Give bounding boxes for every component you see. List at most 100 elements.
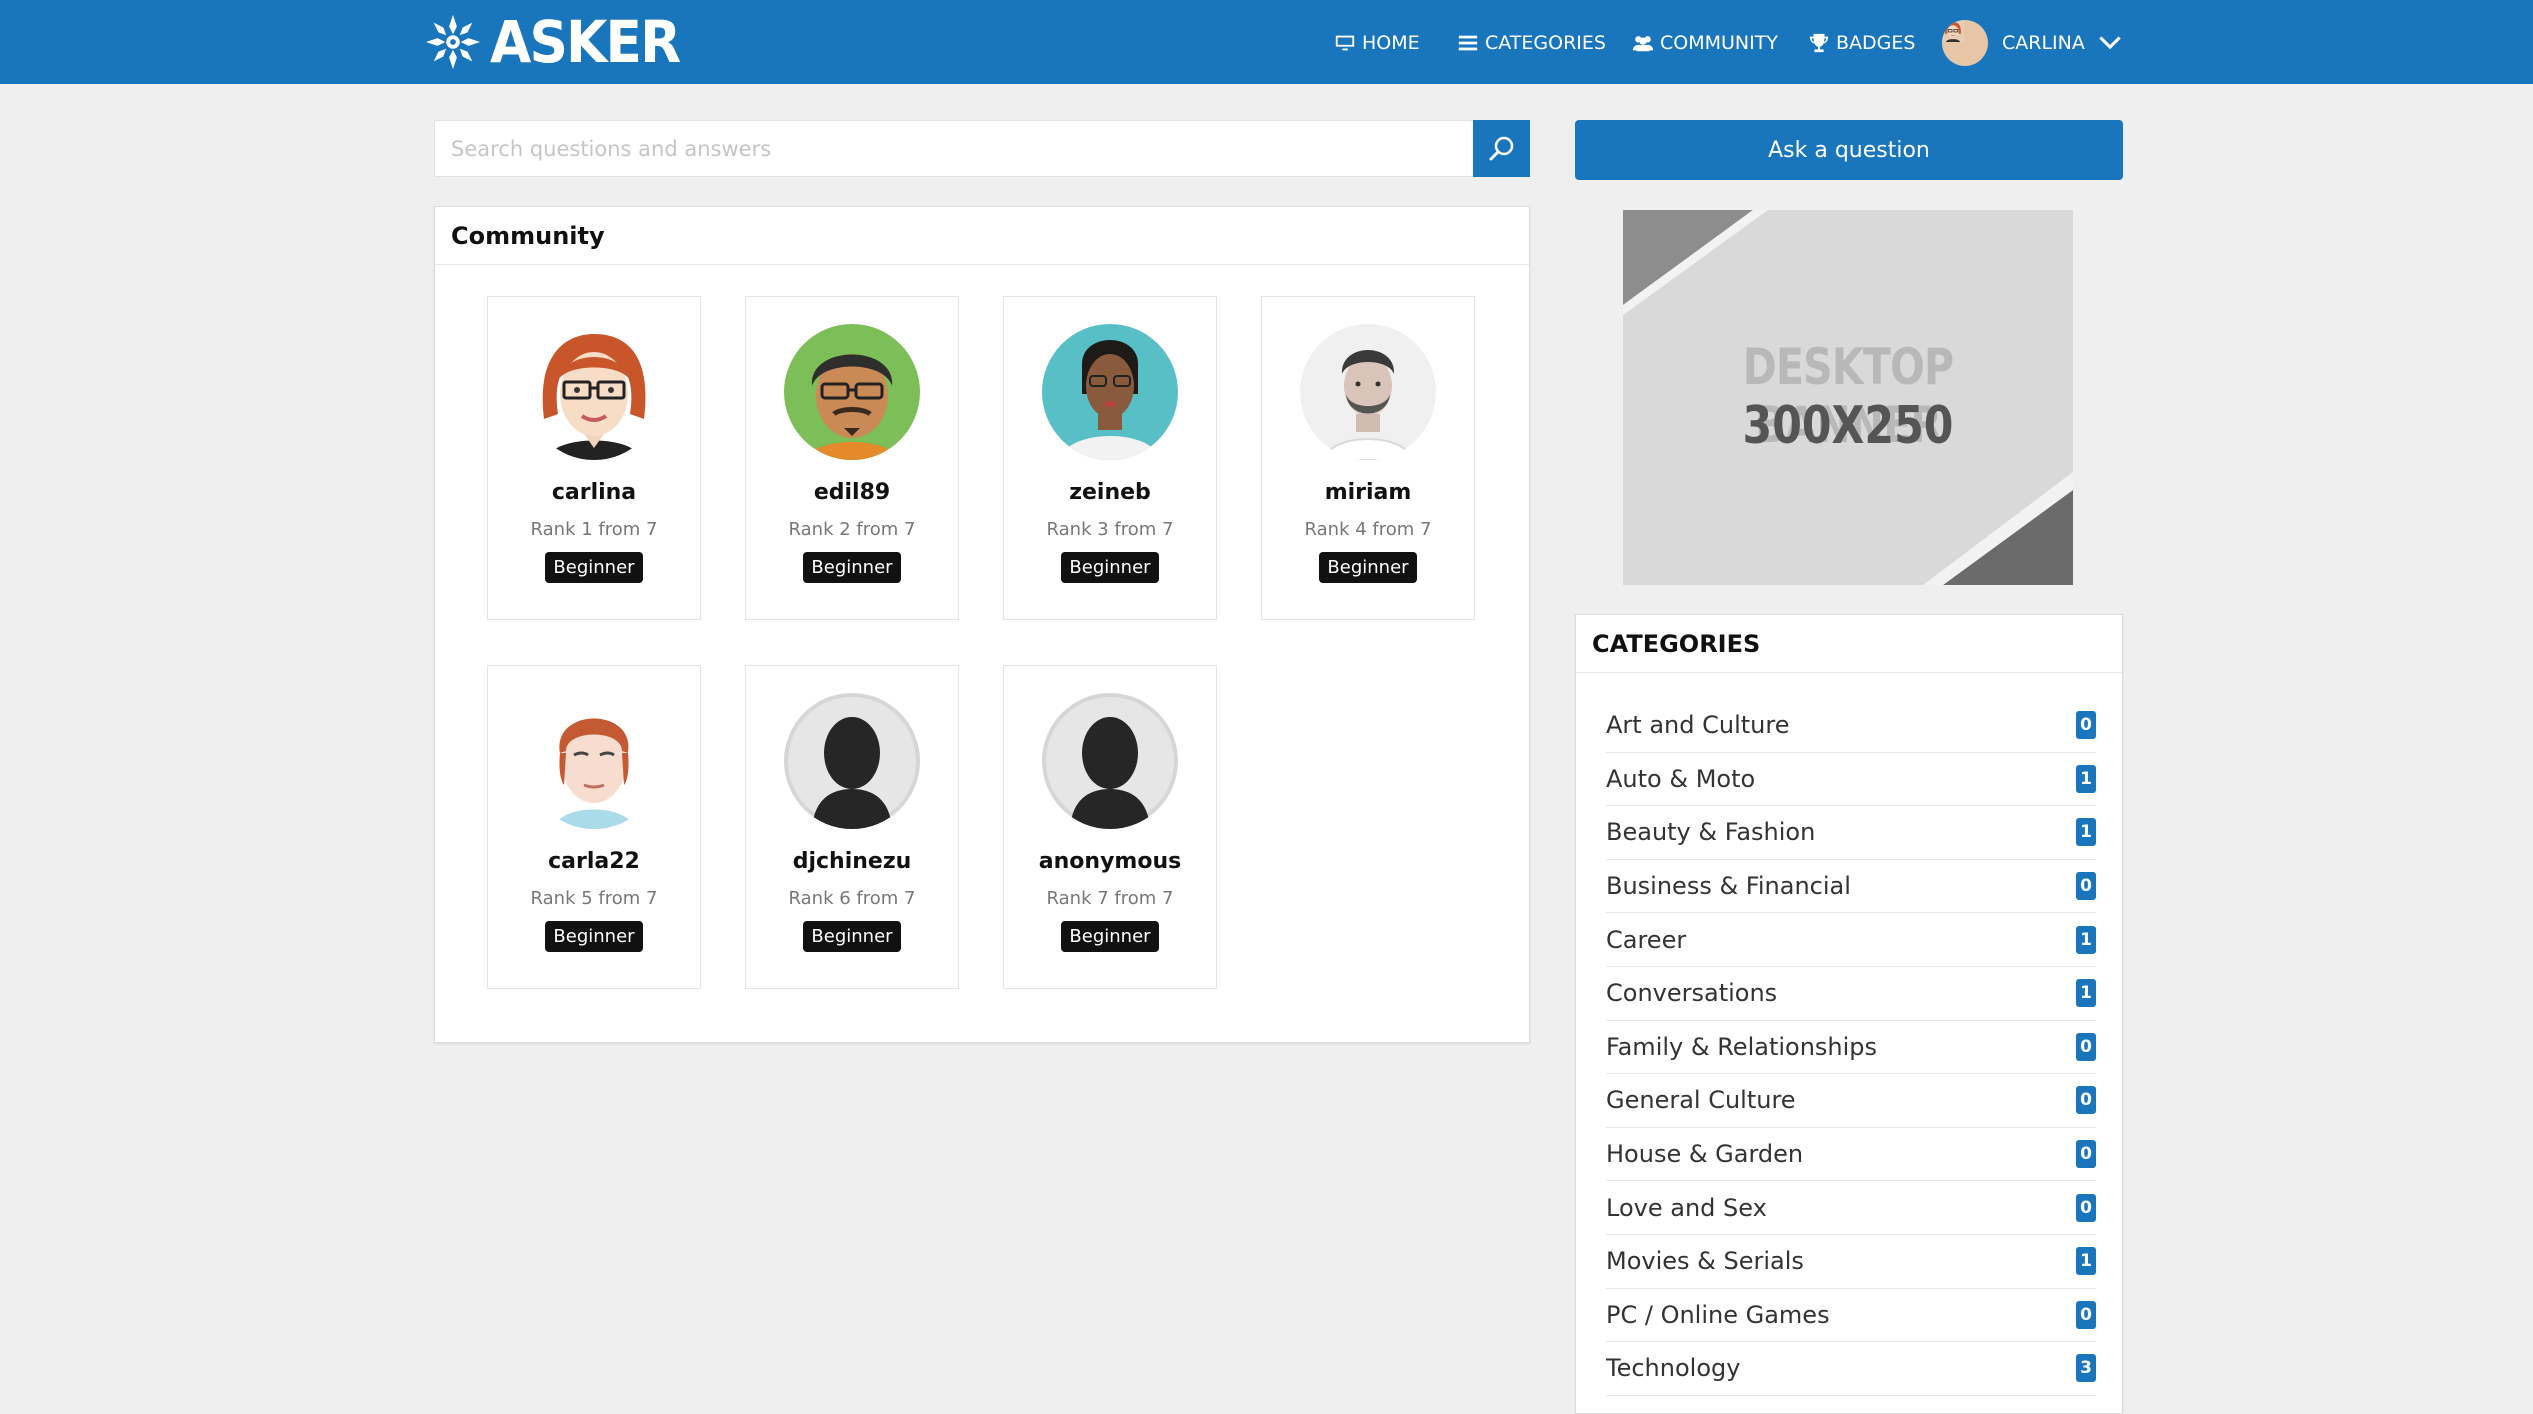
user-name[interactable]: djchinezu bbox=[793, 849, 912, 874]
category-label: Movies & Serials bbox=[1606, 1247, 1804, 1276]
category-item[interactable]: Art and Culture 0 bbox=[1606, 699, 2096, 753]
user-rank: Rank 2 from 7 bbox=[788, 519, 916, 540]
nav-community-label: COMMUNITY bbox=[1660, 32, 1778, 54]
category-item[interactable]: Career 1 bbox=[1606, 913, 2096, 967]
brand-name: ASKER bbox=[490, 8, 681, 76]
default-avatar-icon bbox=[1042, 693, 1178, 829]
user-name[interactable]: anonymous bbox=[1039, 849, 1181, 874]
brand-logo[interactable]: ASKER bbox=[424, 8, 696, 76]
category-count-badge: 0 bbox=[2076, 1086, 2096, 1115]
category-item[interactable]: Conversations 1 bbox=[1606, 967, 2096, 1021]
chevron-down-icon bbox=[2099, 36, 2121, 50]
user-card: miriam Rank 4 from 7 Beginner bbox=[1261, 296, 1475, 620]
status-badge[interactable]: Beginner bbox=[545, 921, 643, 952]
search-icon bbox=[1489, 136, 1513, 160]
user-card: carlina Rank 1 from 7 Beginner bbox=[487, 296, 701, 620]
user-name[interactable]: miriam bbox=[1325, 480, 1412, 505]
user-rank: Rank 1 from 7 bbox=[530, 519, 658, 540]
user-card: carla22 Rank 5 from 7 Beginner bbox=[487, 665, 701, 989]
nav-home[interactable]: HOME bbox=[1334, 28, 1420, 58]
search-button[interactable] bbox=[1473, 120, 1530, 177]
status-badge[interactable]: Beginner bbox=[803, 921, 901, 952]
user-card: edil89 Rank 2 from 7 Beginner bbox=[745, 296, 959, 620]
top-navbar: ASKER HOME CATEGORIES COMMUNITY BADGES C… bbox=[0, 0, 2533, 84]
category-item[interactable]: Auto & Moto 1 bbox=[1606, 753, 2096, 807]
category-count-badge: 1 bbox=[2076, 818, 2096, 847]
avatar bbox=[1942, 20, 1988, 66]
avatar[interactable] bbox=[1300, 324, 1436, 460]
category-count-badge: 0 bbox=[2076, 711, 2096, 740]
category-item[interactable]: House & Garden 0 bbox=[1606, 1128, 2096, 1182]
categories-list: Art and Culture 0 Auto & Moto 1 Beauty & F… bbox=[1606, 699, 2096, 1396]
category-label: Beauty & Fashion bbox=[1606, 818, 1816, 847]
nav-community[interactable]: COMMUNITY bbox=[1632, 28, 1778, 58]
category-label: General Culture bbox=[1606, 1086, 1796, 1115]
user-rank: Rank 4 from 7 bbox=[1304, 519, 1432, 540]
category-label: Career bbox=[1606, 925, 1687, 954]
monitor-icon bbox=[1335, 35, 1355, 51]
ask-question-button[interactable]: Ask a question bbox=[1575, 120, 2123, 180]
category-count-badge: 0 bbox=[2076, 872, 2096, 901]
category-count-badge: 3 bbox=[2076, 1354, 2096, 1383]
users-icon bbox=[1632, 36, 1654, 52]
avatar[interactable] bbox=[1042, 324, 1178, 460]
category-label: Conversations bbox=[1606, 979, 1778, 1008]
category-label: PC / Online Games bbox=[1606, 1300, 1830, 1329]
category-item[interactable]: General Culture 0 bbox=[1606, 1074, 2096, 1128]
nav-badges-label: BADGES bbox=[1836, 32, 1916, 54]
category-item[interactable]: Beauty & Fashion 1 bbox=[1606, 806, 2096, 860]
avatar[interactable] bbox=[1042, 693, 1178, 829]
user-card: anonymous Rank 7 from 7 Beginner bbox=[1003, 665, 1217, 989]
category-label: Technology bbox=[1606, 1354, 1741, 1383]
user-avatar-icon bbox=[784, 324, 920, 460]
user-rank: Rank 5 from 7 bbox=[530, 888, 658, 909]
category-item[interactable]: Business & Financial 0 bbox=[1606, 860, 2096, 914]
avatar[interactable] bbox=[784, 693, 920, 829]
status-badge[interactable]: Beginner bbox=[803, 552, 901, 583]
user-name[interactable]: edil89 bbox=[814, 480, 890, 505]
user-avatar-icon bbox=[1300, 324, 1436, 460]
user-card: zeineb Rank 3 from 7 Beginner bbox=[1003, 296, 1217, 620]
user-menu-label: CARLINA bbox=[2002, 32, 2085, 54]
category-item[interactable]: Love and Sex 0 bbox=[1606, 1181, 2096, 1235]
user-card: djchinezu Rank 6 from 7 Beginner bbox=[745, 665, 959, 989]
search-box bbox=[434, 120, 1474, 177]
status-badge[interactable]: Beginner bbox=[1319, 552, 1417, 583]
category-count-badge: 0 bbox=[2076, 1193, 2096, 1222]
user-menu[interactable]: CARLINA bbox=[1942, 20, 2121, 66]
nav-categories-label: CATEGORIES bbox=[1485, 32, 1606, 54]
user-name[interactable]: carlina bbox=[552, 480, 636, 505]
user-avatar-icon bbox=[526, 693, 662, 829]
user-rank: Rank 3 from 7 bbox=[1046, 519, 1174, 540]
categories-panel: CATEGORIES Art and Culture 0 Auto & Moto 1… bbox=[1575, 614, 2123, 1414]
status-badge[interactable]: Beginner bbox=[1061, 552, 1159, 583]
nav-categories[interactable]: CATEGORIES bbox=[1457, 28, 1606, 58]
nav-home-label: HOME bbox=[1362, 32, 1420, 54]
ad-banner[interactable]: DESKTOP BANNER 300X250 bbox=[1623, 210, 2073, 585]
status-badge[interactable]: Beginner bbox=[1061, 921, 1159, 952]
avatar[interactable] bbox=[784, 324, 920, 460]
category-label: House & Garden bbox=[1606, 1140, 1804, 1169]
category-count-badge: 0 bbox=[2076, 1300, 2096, 1329]
avatar[interactable] bbox=[526, 693, 662, 829]
category-label: Business & Financial bbox=[1606, 872, 1851, 901]
trophy-icon bbox=[1809, 33, 1829, 53]
search-input[interactable] bbox=[435, 121, 1473, 176]
avatar[interactable] bbox=[526, 324, 662, 460]
category-count-badge: 1 bbox=[2076, 925, 2096, 954]
category-count-badge: 1 bbox=[2076, 764, 2096, 793]
nav-badges[interactable]: BADGES bbox=[1808, 28, 1915, 58]
categories-title: CATEGORIES bbox=[1576, 615, 2122, 673]
category-item[interactable]: PC / Online Games 0 bbox=[1606, 1289, 2096, 1343]
status-badge[interactable]: Beginner bbox=[545, 552, 643, 583]
category-item[interactable]: Technology 3 bbox=[1606, 1342, 2096, 1396]
category-label: Art and Culture bbox=[1606, 711, 1790, 740]
category-item[interactable]: Movies & Serials 1 bbox=[1606, 1235, 2096, 1289]
user-avatar-icon bbox=[526, 324, 662, 460]
category-item[interactable]: Family & Relationships 0 bbox=[1606, 1021, 2096, 1075]
user-name[interactable]: zeineb bbox=[1069, 480, 1151, 505]
user-rank: Rank 7 from 7 bbox=[1046, 888, 1174, 909]
snowflake-logo-icon bbox=[425, 14, 481, 70]
category-label: Family & Relationships bbox=[1606, 1032, 1878, 1061]
user-name[interactable]: carla22 bbox=[548, 849, 640, 874]
